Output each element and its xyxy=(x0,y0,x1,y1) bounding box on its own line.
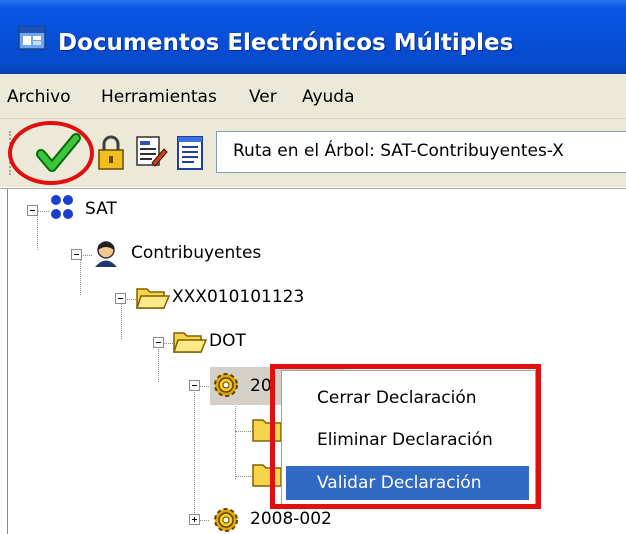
expander-2008-002[interactable] xyxy=(189,514,200,525)
expander-rfc[interactable] xyxy=(115,293,126,304)
menu-ver[interactable]: Ver xyxy=(249,87,277,107)
folder-open-icon xyxy=(136,288,170,309)
expander-contribuyentes[interactable] xyxy=(71,249,82,260)
tree-node-declaracion[interactable]: 20 xyxy=(250,376,272,396)
gear-icon xyxy=(214,508,238,532)
lock-icon[interactable] xyxy=(95,135,127,171)
tree-connector xyxy=(80,259,81,295)
expander-declaracion[interactable] xyxy=(189,380,200,391)
org-icon xyxy=(51,195,73,219)
tree-connector xyxy=(158,347,159,382)
tree-node-contribuyentes[interactable]: Contribuyentes xyxy=(131,243,261,263)
menu-bar: Archivo Herramientas Ver Ayuda xyxy=(0,74,626,119)
menu-herramientas[interactable]: Herramientas xyxy=(101,87,217,107)
tree-path-box: Ruta en el Árbol: SAT-Contribuyentes-X xyxy=(216,131,626,173)
toolbar: Ruta en el Árbol: SAT-Contribuyentes-X xyxy=(0,119,626,187)
tree-connector xyxy=(37,215,38,250)
app-window-icon xyxy=(18,26,46,50)
tree-path-text: Ruta en el Árbol: SAT-Contribuyentes-X xyxy=(233,141,564,161)
expander-dot[interactable] xyxy=(153,337,164,348)
title-bar[interactable]: Documentos Electrónicos Múltiples xyxy=(0,0,626,74)
context-menu-highlight-box xyxy=(270,364,541,509)
app-window: Documentos Electrónicos Múltiples Archiv… xyxy=(0,0,626,534)
expander-sat[interactable] xyxy=(27,205,38,216)
folder-open-icon xyxy=(173,332,207,353)
tree-node-sat[interactable]: SAT xyxy=(85,199,117,219)
menu-ayuda[interactable]: Ayuda xyxy=(302,87,355,107)
tree-node-dot[interactable]: DOT xyxy=(209,331,246,351)
window-title: Documentos Electrónicos Múltiples xyxy=(58,30,514,56)
tree-left-border xyxy=(7,189,8,534)
tree-connector xyxy=(121,303,122,339)
menu-archivo[interactable]: Archivo xyxy=(7,87,71,107)
edit-icon[interactable] xyxy=(134,133,168,171)
gear-icon xyxy=(214,373,238,397)
tree-connector xyxy=(194,390,195,525)
tree-connector xyxy=(235,399,236,479)
person-icon xyxy=(95,241,117,267)
tree-node-rfc[interactable]: XXX010101123 xyxy=(172,287,304,307)
notepad-icon[interactable] xyxy=(176,132,204,172)
tree-node-2008-002[interactable]: 2008-002 xyxy=(250,509,332,529)
checkmark-highlight-circle xyxy=(8,121,94,185)
